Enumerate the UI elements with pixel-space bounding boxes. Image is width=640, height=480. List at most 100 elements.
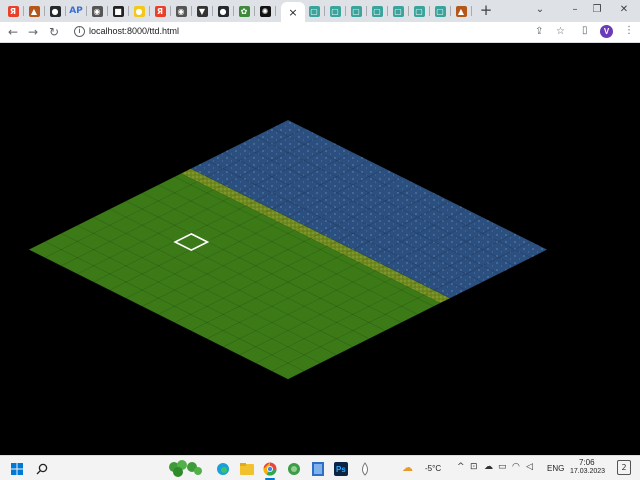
tab-8[interactable]: Я (151, 2, 169, 20)
tab-1[interactable]: Я (4, 2, 22, 20)
game-castle-icon: ▲ (28, 5, 40, 17)
tab-separator (408, 6, 409, 16)
page-icon: ▢ (308, 5, 320, 17)
chatgpt-icon: ✺ (259, 5, 271, 17)
tab-16[interactable]: ▢ (347, 2, 365, 20)
tab-6[interactable]: ■ (109, 2, 127, 20)
tab-9[interactable]: ◉ (172, 2, 190, 20)
search-icon[interactable] (35, 459, 49, 478)
windows-taskbar: ☁ -5°C ^ ⊡ ☁ ▭ ◠ ◁ ENG 7:06 17.03.2023 2… (0, 455, 640, 480)
start-icon[interactable] (10, 459, 24, 478)
language-indicator[interactable]: ENG (547, 464, 564, 473)
tab-separator (233, 6, 234, 16)
share-icon[interactable]: ⇪ (535, 26, 543, 37)
clock-time[interactable]: 7:06 (579, 458, 595, 467)
tab-active[interactable]: × (281, 2, 305, 22)
graduation-cap-icon: ▼ (196, 5, 208, 17)
tab-separator (23, 6, 24, 16)
yandex-icon: Я (7, 5, 19, 17)
browser-toolbar: ← → ↻ i localhost:8000/ttd.html ⇪ ☆ ▯ V … (0, 22, 640, 43)
tab-3[interactable]: ● (46, 2, 64, 20)
tab-13[interactable]: ✺ (256, 2, 274, 20)
tab-10[interactable]: ▼ (193, 2, 211, 20)
weather-temperature[interactable]: -5°C (425, 464, 441, 473)
tab-separator (450, 6, 451, 16)
game-castle-icon: ▲ (455, 5, 467, 17)
yandex-icon: Я (154, 5, 166, 17)
tab-separator (254, 6, 255, 16)
tab-search-dropdown-icon[interactable]: ⌄ (531, 2, 549, 18)
close-window-button[interactable]: ✕ (615, 2, 633, 18)
film-icon[interactable] (311, 459, 325, 478)
battery-icon[interactable]: ▭ (498, 462, 507, 472)
isometric-map[interactable] (0, 44, 640, 455)
clover-icon[interactable] (163, 459, 205, 478)
tab-4[interactable]: AP (67, 2, 85, 20)
tab-7[interactable]: ● (130, 2, 148, 20)
tab-14[interactable]: ▢ (305, 2, 323, 20)
tab-18[interactable]: ▢ (389, 2, 407, 20)
game-viewport[interactable] (0, 44, 640, 455)
terminal-icon: ■ (112, 5, 124, 17)
tab-separator (345, 6, 346, 16)
side-panel-icon[interactable]: ▯ (582, 25, 588, 36)
page-icon: ▢ (434, 5, 446, 17)
wifi-icon[interactable]: ◠ (512, 462, 520, 472)
tab-20[interactable]: ▢ (431, 2, 449, 20)
network-icon[interactable]: ⊡ (470, 462, 478, 472)
site-info-icon[interactable]: i (74, 26, 85, 37)
new-tab-button[interactable]: + (478, 2, 494, 20)
tab-15[interactable]: ▢ (326, 2, 344, 20)
edge-icon[interactable] (216, 459, 230, 478)
clock-date[interactable]: 17.03.2023 (570, 468, 605, 475)
cloud-icon[interactable]: ☁ (484, 462, 493, 472)
tab-12[interactable]: ✿ (235, 2, 253, 20)
tab-separator (107, 6, 108, 16)
page-icon: ▢ (392, 5, 404, 17)
profile-avatar[interactable]: V (600, 25, 613, 38)
back-button[interactable]: ← (5, 24, 21, 40)
tab-11[interactable]: ● (214, 2, 232, 20)
weather-icon[interactable]: ☁ (402, 461, 413, 474)
tab-separator (170, 6, 171, 16)
tab-2[interactable]: ▲ (25, 2, 43, 20)
restore-button[interactable]: ❐ (588, 2, 606, 18)
photoshop-icon[interactable]: Ps (334, 459, 348, 478)
address-url[interactable]: localhost:8000/ttd.html (89, 26, 179, 36)
tray-overflow-icon[interactable]: ^ (457, 462, 465, 472)
screen: + ⌄ – ❐ ✕ Я ▲ ● AP ◉ ■ ● Я ◉ ▼ ● ✿ ✺ × ▢ ▢ ▢ ▢ ▢ ▢ ▢ ▲ ← → ↻ … (0, 0, 640, 480)
tab-separator (191, 6, 192, 16)
volume-icon[interactable]: ◁ (526, 462, 533, 472)
chrome-icon[interactable] (263, 459, 277, 478)
green-globe-icon[interactable] (287, 459, 301, 478)
globe-icon: ◉ (91, 5, 103, 17)
forward-button[interactable]: → (25, 24, 41, 40)
file-explorer-icon[interactable] (240, 459, 254, 478)
page-icon: ▢ (371, 5, 383, 17)
notification-center-icon[interactable]: 2 (617, 460, 631, 475)
reload-button[interactable]: ↻ (46, 24, 62, 40)
minimize-button[interactable]: – (566, 2, 584, 18)
page-icon: ▢ (350, 5, 362, 17)
menu-icon[interactable]: ⋮ (624, 25, 634, 36)
tab-separator (86, 6, 87, 16)
tab-19[interactable]: ▢ (410, 2, 428, 20)
tab-separator (275, 6, 276, 16)
svg-text:Ps: Ps (336, 465, 346, 474)
tab-separator (149, 6, 150, 16)
github-icon: ● (49, 5, 61, 17)
tab-separator (128, 6, 129, 16)
yellow-app-icon: ● (133, 5, 145, 17)
tab-separator (212, 6, 213, 16)
page-icon: ▢ (329, 5, 341, 17)
tab-21[interactable]: ▲ (452, 2, 470, 20)
tab-separator (429, 6, 430, 16)
tab-separator (324, 6, 325, 16)
drop-icon[interactable] (358, 459, 372, 478)
close-tab-icon[interactable]: × (288, 6, 297, 19)
tab-5[interactable]: ◉ (88, 2, 106, 20)
tab-17[interactable]: ▢ (368, 2, 386, 20)
globe-icon: ◉ (175, 5, 187, 17)
address-bar[interactable]: i localhost:8000/ttd.html ⇪ ☆ (68, 23, 588, 42)
bookmark-star-icon[interactable]: ☆ (556, 26, 565, 37)
